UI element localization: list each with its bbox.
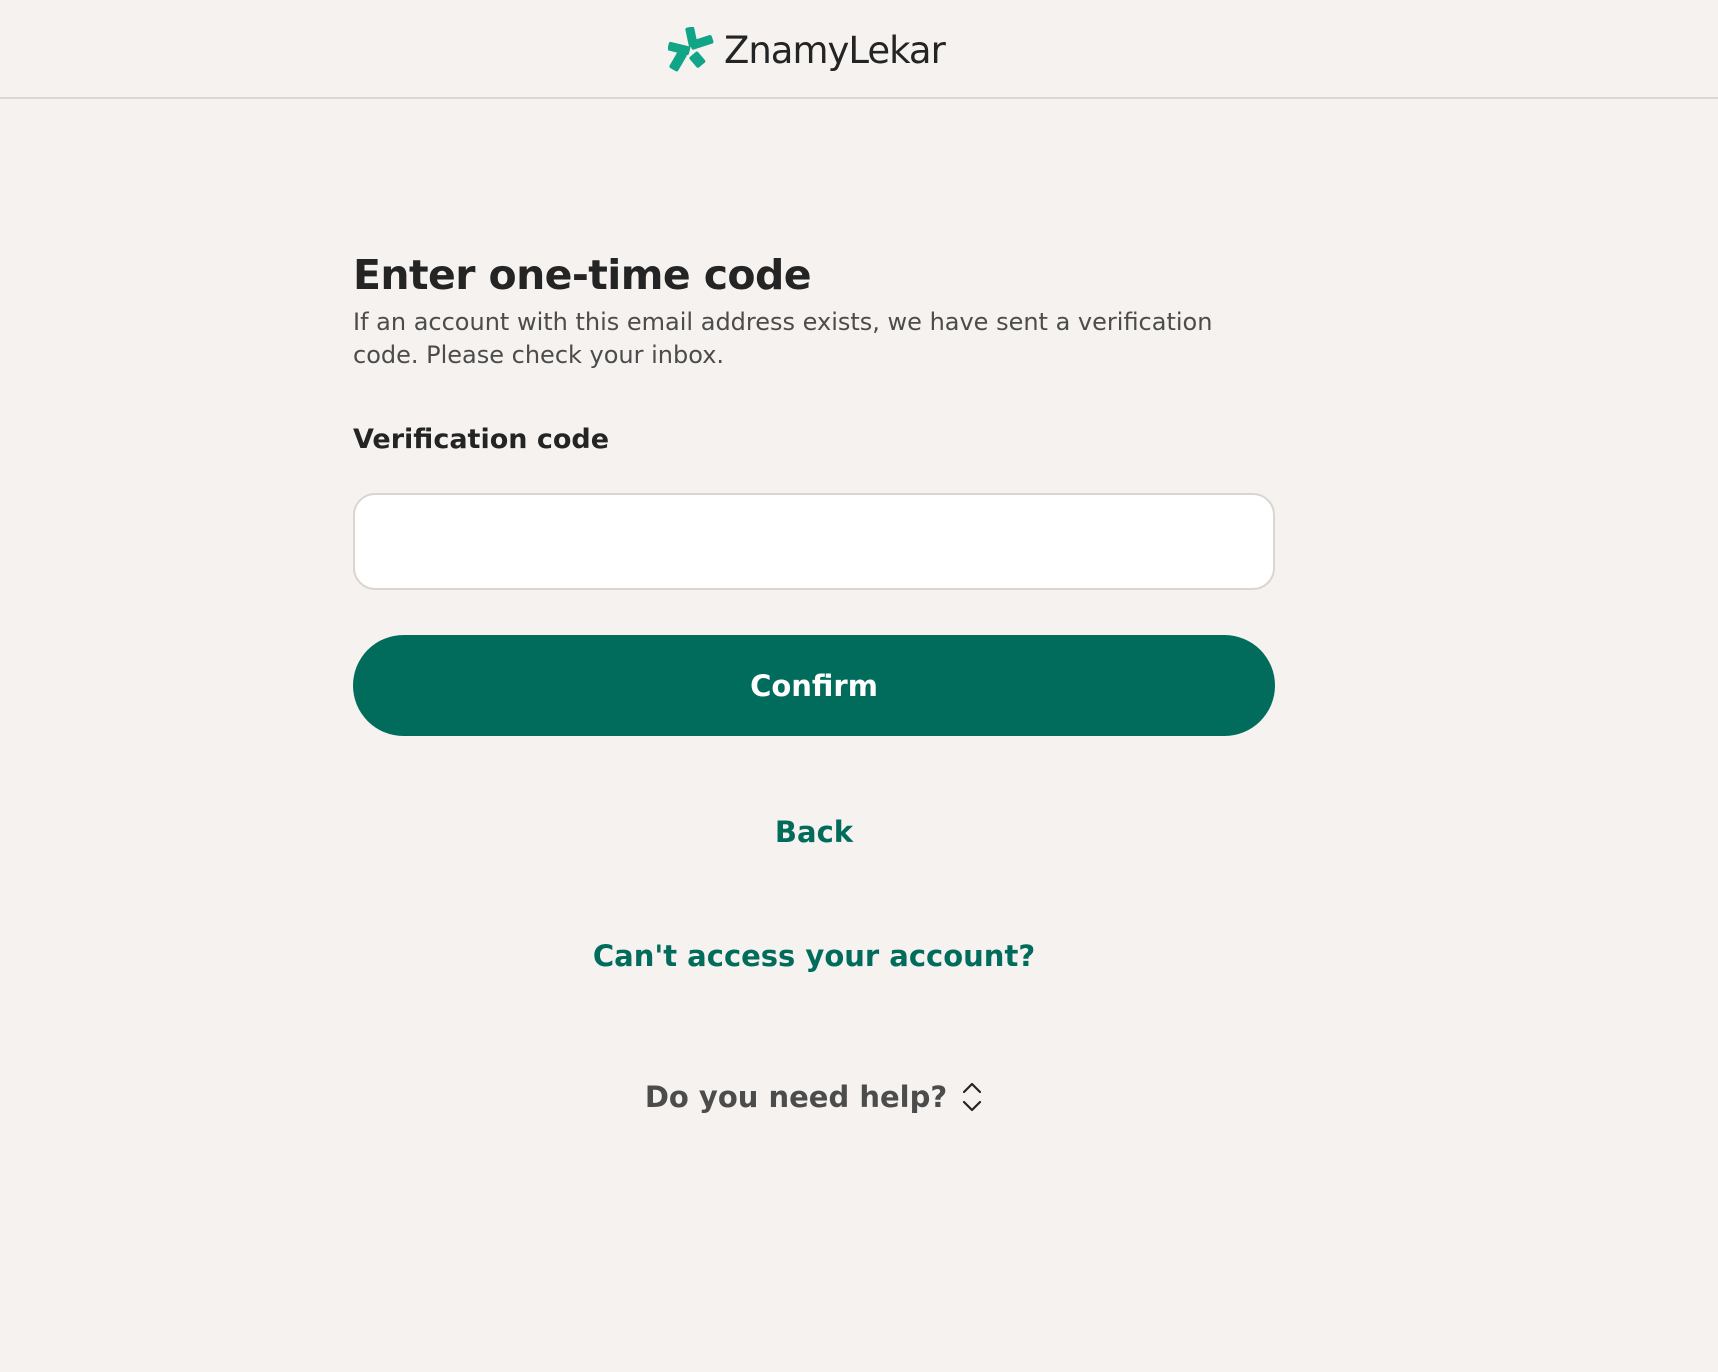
top-header: ZnamyLekar <box>0 0 1718 99</box>
verification-code-label: Verification code <box>353 424 610 455</box>
brand-logo[interactable]: ZnamyLekar <box>668 26 946 74</box>
page-subtitle: If an account with this email address ex… <box>353 308 1213 369</box>
cant-access-account-link[interactable]: Can't access your account? <box>353 939 1275 973</box>
help-toggle[interactable]: Do you need help? <box>353 1080 1275 1114</box>
confirm-button[interactable]: Confirm <box>353 635 1275 736</box>
page-title: Enter one-time code <box>353 251 812 299</box>
chevron-up-down-icon <box>961 1081 983 1113</box>
help-toggle-label: Do you need help? <box>644 1080 948 1114</box>
back-link[interactable]: Back <box>353 815 1275 849</box>
znamylekar-logo-icon <box>668 27 714 73</box>
brand-name: ZnamyLekar <box>724 28 946 72</box>
verification-code-input[interactable] <box>353 493 1275 590</box>
